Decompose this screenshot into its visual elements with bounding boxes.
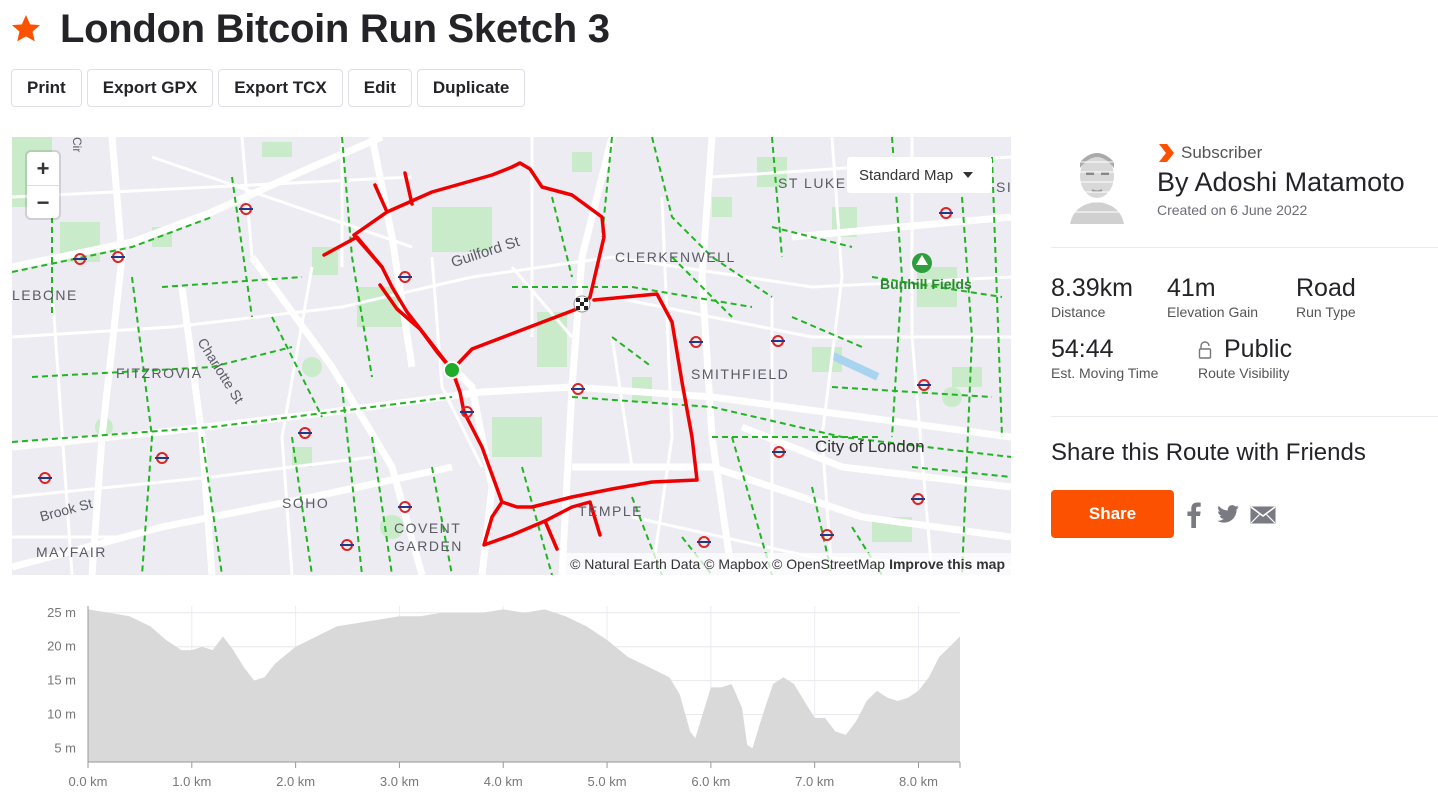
route-toolbar: Print Export GPX Export TCX Edit Duplica… xyxy=(11,69,526,107)
x-tick-label: 7.0 km xyxy=(795,774,834,789)
x-tick-label: 5.0 km xyxy=(588,774,627,789)
y-tick-label: 15 m xyxy=(47,673,76,688)
divider xyxy=(1051,416,1438,417)
edit-button[interactable]: Edit xyxy=(347,69,412,107)
attribution-text: © Natural Earth Data © Mapbox © OpenStre… xyxy=(570,556,886,572)
subscriber-badge: Subscriber xyxy=(1157,143,1262,163)
map-label-st-luke: ST LUKE xyxy=(778,175,847,191)
y-tick-label: 5 m xyxy=(54,740,76,755)
map-style-label: Standard Map xyxy=(859,166,954,184)
created-date: Created on 6 June 2022 xyxy=(1157,202,1308,218)
x-tick-label: 3.0 km xyxy=(380,774,419,789)
x-tick-label: 0.0 km xyxy=(68,774,107,789)
stat-moving-time-value: 54:44 xyxy=(1051,335,1114,363)
route-start-marker[interactable] xyxy=(443,361,461,379)
export-gpx-button[interactable]: Export GPX xyxy=(86,69,214,107)
park-tree-icon xyxy=(912,253,932,273)
caret-down-icon xyxy=(963,172,974,178)
star-icon[interactable] xyxy=(10,13,42,45)
elevation-area xyxy=(88,609,960,762)
stat-visibility: Public Route Visibility xyxy=(1198,335,1292,381)
x-tick-label: 8.0 km xyxy=(899,774,938,789)
subscriber-chevron-icon xyxy=(1159,144,1174,162)
map-major-roads xyxy=(12,137,1011,575)
route-end-marker[interactable] xyxy=(573,295,591,313)
y-tick-label: 25 m xyxy=(47,605,76,620)
zoom-out-button[interactable]: − xyxy=(27,186,59,219)
map-label-cir: Cir xyxy=(70,137,84,153)
map-label-lebone: LEBONE xyxy=(12,287,78,303)
stat-elevation: 41m Elevation Gain xyxy=(1167,274,1258,320)
stat-distance: 8.39km Distance xyxy=(1051,274,1133,320)
x-tick-label: 4.0 km xyxy=(484,774,523,789)
map-label-temple: TEMPLE xyxy=(578,503,644,519)
stat-elevation-value: 41m xyxy=(1167,274,1216,302)
subscriber-label: Subscriber xyxy=(1181,143,1263,162)
share-heading: Share this Route with Friends xyxy=(1051,439,1366,466)
map-canvas[interactable] xyxy=(12,137,1011,575)
stat-distance-label: Distance xyxy=(1051,304,1106,320)
elevation-y-axis: 25 m 20 m 15 m 10 m 5 m xyxy=(47,605,89,762)
map-style-selector[interactable]: Standard Map xyxy=(847,157,992,193)
y-tick-label: 20 m xyxy=(47,639,76,654)
map-label-garden: GARDEN xyxy=(394,538,463,554)
twitter-icon[interactable] xyxy=(1217,505,1239,523)
x-tick-label: 2.0 km xyxy=(276,774,315,789)
export-tcx-button[interactable]: Export TCX xyxy=(218,69,343,107)
stat-visibility-value: Public xyxy=(1224,335,1293,363)
map-label-mayfair: MAYFAIR xyxy=(36,544,107,560)
zoom-controls: + − xyxy=(27,152,59,218)
stat-run-type-label: Run Type xyxy=(1296,304,1356,320)
athlete-name[interactable]: By Adoshi Matamoto xyxy=(1157,167,1405,198)
stat-run-type-value: Road xyxy=(1296,274,1356,302)
map-label-city-of-london: City of London xyxy=(815,437,925,456)
athlete-avatar[interactable] xyxy=(1066,142,1128,224)
stat-elevation-label: Elevation Gain xyxy=(1167,304,1259,320)
title-row: London Bitcoin Run Sketch 3 xyxy=(10,4,610,54)
map-minor-roads xyxy=(12,137,1011,575)
x-tick-label: 6.0 km xyxy=(691,774,730,789)
page-title: London Bitcoin Run Sketch 3 xyxy=(60,6,610,51)
map-label-covent: COVENT xyxy=(394,520,462,536)
stat-distance-value: 8.39km xyxy=(1051,274,1133,302)
map-label-smithfield: SMITHFIELD xyxy=(691,366,790,382)
y-tick-label: 10 m xyxy=(47,707,76,722)
share-button[interactable]: Share xyxy=(1051,490,1174,538)
improve-map-link[interactable]: Improve this map xyxy=(889,556,1005,572)
map-label-soho: SOHO xyxy=(282,495,330,511)
duplicate-button[interactable]: Duplicate xyxy=(416,69,526,107)
elevation-x-axis: 0.0 km 1.0 km 2.0 km 3.0 km 4.0 km 5.0 km 6.0 … xyxy=(68,761,961,789)
map-label-bunhill-fields: Bunhill Fields xyxy=(880,276,972,292)
stat-run-type: Road Run Type xyxy=(1296,274,1356,320)
route-map[interactable]: LEBONE FITZROVIA Charlotte St Guilford S… xyxy=(12,137,1011,575)
map-attribution: © Natural Earth Data © Mapbox © OpenStre… xyxy=(562,553,1011,575)
divider xyxy=(1051,247,1438,248)
lock-icon xyxy=(1198,340,1212,359)
x-tick-label: 1.0 km xyxy=(172,774,211,789)
map-label-clerkenwell: CLERKENWELL xyxy=(615,249,736,265)
map-label-fitzrovia: FITZROVIA xyxy=(116,365,203,381)
elevation-chart[interactable]: 25 m 20 m 15 m 10 m 5 m 0.0 km 1.0 km 2.0 km 3.… xyxy=(0,596,980,804)
stat-visibility-label: Route Visibility xyxy=(1198,365,1290,381)
print-button[interactable]: Print xyxy=(11,69,82,107)
stat-visibility-row: Public xyxy=(1198,335,1292,364)
map-cycleways xyxy=(12,137,1011,575)
map-label-si: SI xyxy=(996,179,1011,195)
facebook-icon[interactable] xyxy=(1186,502,1202,528)
stat-moving-time-label: Est. Moving Time xyxy=(1051,365,1159,381)
stat-moving-time: 54:44 Est. Moving Time xyxy=(1051,335,1158,381)
zoom-in-button[interactable]: + xyxy=(27,152,59,186)
email-icon[interactable] xyxy=(1250,506,1276,524)
